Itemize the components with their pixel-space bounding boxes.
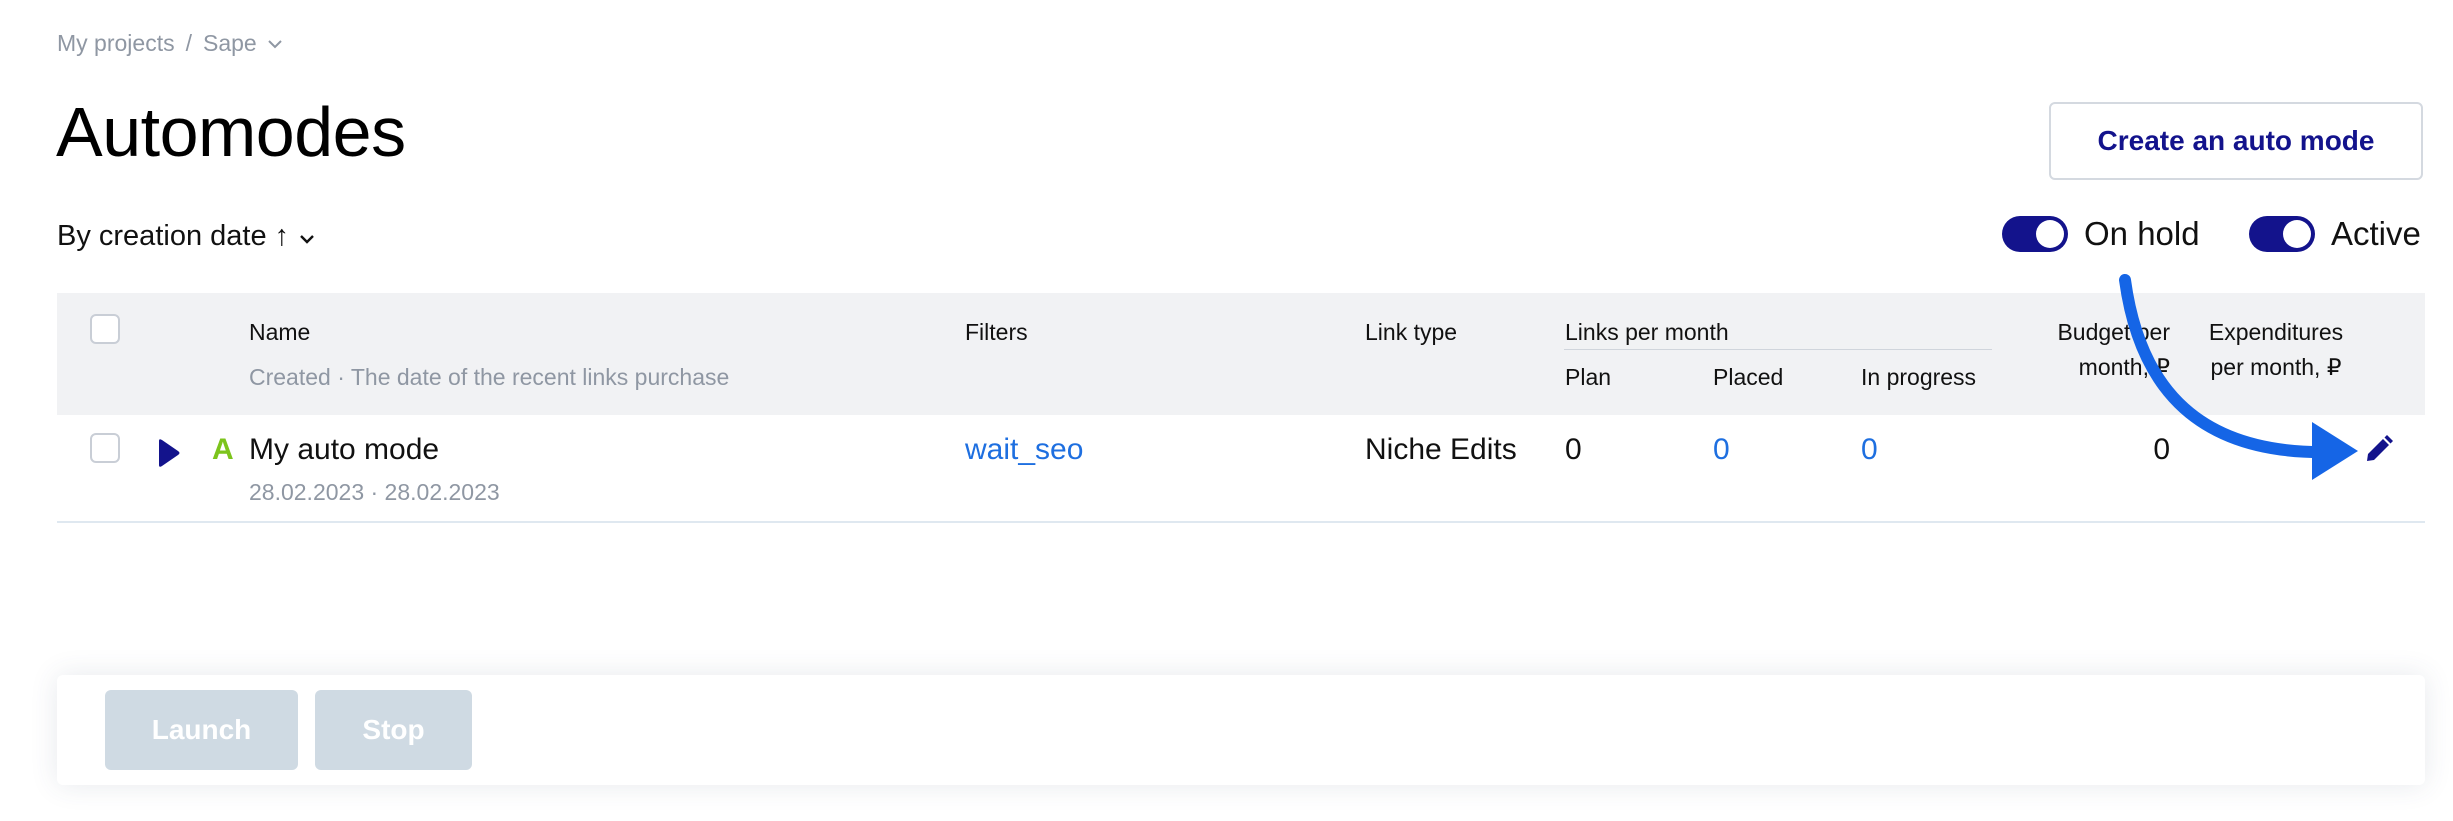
header-group-divider: [1564, 349, 1992, 350]
page-title: Automodes: [56, 93, 406, 171]
chevron-down-icon[interactable]: [267, 33, 283, 54]
column-header-link-type: Link type: [1365, 319, 1458, 345]
on-hold-toggle[interactable]: [2002, 216, 2068, 252]
sort-label: By creation date ↑: [57, 220, 290, 252]
row-divider: [57, 521, 2425, 523]
column-header-plan: Plan: [1565, 364, 1612, 390]
row-checkbox[interactable]: [90, 433, 120, 463]
column-header-in-progress: In progress: [1861, 364, 1977, 390]
budget-header-line2: month, ₽: [2078, 354, 2170, 380]
link-type-value: Niche Edits: [1365, 433, 1517, 466]
column-header-name[interactable]: Name: [249, 319, 310, 346]
budget-header-line1: Budget per: [2057, 319, 2170, 345]
automode-name[interactable]: My auto mode: [249, 433, 439, 467]
expenditures-header-line1: Expenditures: [2208, 319, 2344, 345]
stop-button[interactable]: Stop: [315, 690, 472, 770]
column-header-expenditures: Expenditures per month, ₽: [2196, 319, 2356, 381]
launch-button[interactable]: Launch: [105, 690, 298, 770]
on-hold-filter: On hold: [2002, 215, 2200, 253]
pencil-icon[interactable]: [2362, 434, 2394, 466]
column-header-budget: Budget per month, ₽: [2040, 319, 2170, 381]
on-hold-label: On hold: [2084, 215, 2200, 252]
expenditures-header-line2: per month, ₽: [2210, 354, 2342, 380]
automode-dates: 28.02.2023 · 28.02.2023: [249, 479, 500, 505]
breadcrumb-current-project[interactable]: Sape: [203, 30, 257, 57]
breadcrumb-root-link[interactable]: My projects: [57, 30, 175, 57]
breadcrumb: My projects / Sape: [57, 30, 283, 57]
grade-badge: A: [212, 433, 234, 466]
column-header-links-per-month: Links per month: [1565, 319, 1729, 345]
plan-value: 0: [1565, 433, 1582, 466]
active-label: Active: [2331, 215, 2421, 252]
filter-link[interactable]: wait_seo: [965, 433, 1083, 467]
active-toggle[interactable]: [2249, 216, 2315, 252]
placed-value-link[interactable]: 0: [1713, 433, 1730, 467]
chevron-down-icon: [299, 224, 315, 250]
column-header-name-sub: Created · The date of the recent links p…: [249, 364, 730, 390]
sort-dropdown[interactable]: By creation date ↑: [57, 220, 315, 253]
toggle-knob: [2283, 220, 2311, 248]
in-progress-value-link[interactable]: 0: [1861, 433, 1878, 467]
breadcrumb-separator: /: [185, 30, 192, 56]
budget-value: 0: [2153, 433, 2170, 466]
column-header-filters: Filters: [965, 319, 1028, 345]
play-icon[interactable]: [157, 438, 181, 468]
create-auto-mode-button[interactable]: Create an auto mode: [2049, 102, 2423, 180]
active-filter: Active: [2249, 215, 2421, 253]
toggle-knob: [2036, 220, 2064, 248]
select-all-checkbox[interactable]: [90, 314, 120, 344]
column-header-placed: Placed: [1713, 364, 1784, 390]
